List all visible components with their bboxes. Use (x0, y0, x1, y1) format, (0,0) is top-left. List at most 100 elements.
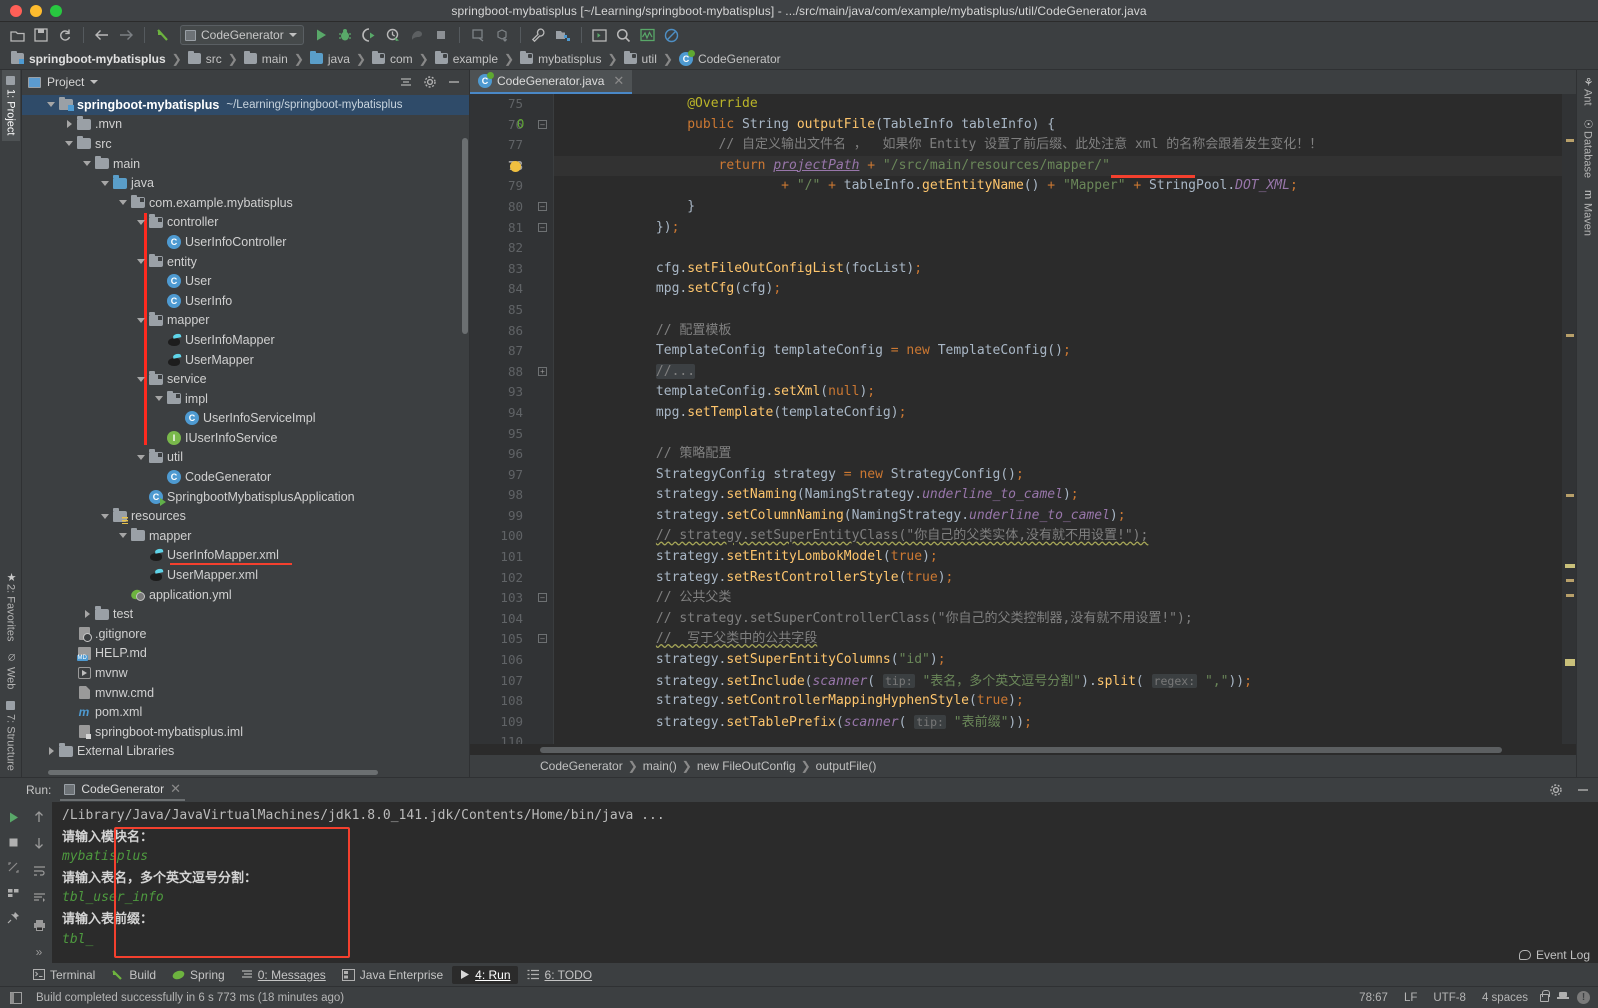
line-number[interactable]: 110 (470, 732, 532, 744)
tree-node-usermapper-xml[interactable]: UserMapper.xml (22, 565, 469, 585)
breadcrumb-item-util[interactable]: util (621, 51, 660, 67)
scrollbar-thumb[interactable] (48, 770, 378, 775)
tree-expand-arrow-down[interactable] (62, 141, 76, 147)
tree-expand-arrow-down[interactable] (80, 161, 94, 167)
minimize-window-button[interactable] (30, 4, 42, 17)
tree-node-test[interactable]: test (22, 604, 469, 624)
line-number[interactable]: 100 (470, 526, 532, 547)
gear-icon[interactable] (1547, 781, 1565, 799)
line-number[interactable]: 94 (470, 403, 532, 424)
line-number[interactable]: 108 (470, 691, 532, 712)
tree-node-src[interactable]: src (22, 134, 469, 154)
sidebar-item-favorites[interactable]: ★ 2: Favorites (2, 565, 20, 647)
hide-panel-icon[interactable] (445, 73, 463, 91)
intention-bulb-icon[interactable] (510, 160, 521, 172)
tree-node-help-md[interactable]: HELP.md (22, 644, 469, 664)
tree-node-userinfoserviceimpl[interactable]: C UserInfoServiceImpl (22, 409, 469, 429)
tree-node-mapper[interactable]: mapper (22, 311, 469, 331)
close-window-button[interactable] (10, 4, 22, 17)
code-line[interactable] (562, 732, 1562, 744)
line-number[interactable]: 84 (470, 279, 532, 300)
scroll-to-end-icon[interactable] (28, 888, 50, 909)
code-line[interactable]: // strategy.setSuperEntityClass("你自己的父类实… (562, 526, 1562, 547)
override-marker-icon[interactable]: O (517, 117, 524, 131)
show-tool-windows-icon[interactable] (8, 990, 24, 1006)
code-line[interactable]: }); (562, 218, 1562, 239)
line-number[interactable]: 97 (470, 465, 532, 486)
tree-node-main[interactable]: main (22, 154, 469, 174)
code-line[interactable]: TemplateConfig templateConfig = new Temp… (562, 341, 1562, 362)
line-number[interactable]: 101 (470, 547, 532, 568)
line-number[interactable]: 109 (470, 712, 532, 733)
line-number[interactable]: 95 (470, 424, 532, 445)
breadcrumb-item-main[interactable]: main (241, 51, 291, 67)
tree-node-iuserinfoservice[interactable]: I IUserInfoService (22, 428, 469, 448)
tree-node-user[interactable]: C User (22, 271, 469, 291)
code-line[interactable]: @Override (562, 94, 1562, 115)
code-line[interactable] (562, 238, 1562, 259)
tree-node-service[interactable]: service (22, 369, 469, 389)
chevron-down-icon[interactable] (90, 80, 99, 84)
line-number[interactable]: 82 (470, 238, 532, 259)
tree-node-userinfo[interactable]: C UserInfo (22, 291, 469, 311)
breadcrumb-item-com[interactable]: com (369, 51, 416, 67)
line-number[interactable]: 99 (470, 506, 532, 527)
code-line[interactable]: // 配置模板 (562, 321, 1562, 342)
breadcrumb-item-mybatisplus[interactable]: mybatisplus (517, 51, 604, 67)
tree-expand-arrow-down[interactable] (134, 454, 148, 460)
code-line[interactable]: StrategyConfig strategy = new StrategyCo… (562, 465, 1562, 486)
tree-expand-arrow-right[interactable] (80, 610, 94, 619)
code-line[interactable]: //... (562, 362, 1562, 383)
tree-node-application-yml[interactable]: application.yml (22, 585, 469, 605)
line-number[interactable]: 88 (470, 362, 532, 383)
tree-node-controller[interactable]: controller (22, 213, 469, 233)
tree-node-userinfomapper[interactable]: UserInfoMapper (22, 330, 469, 350)
line-number[interactable]: 75 (470, 94, 532, 115)
tree-node-util[interactable]: util (22, 448, 469, 468)
gear-icon[interactable] (421, 73, 439, 91)
collapse-icon[interactable]: – (538, 119, 547, 129)
tree-node-userinfocontroller[interactable]: C UserInfoController (22, 232, 469, 252)
scroll-up-icon[interactable] (28, 806, 50, 827)
line-number[interactable]: 87 (470, 341, 532, 362)
line-number[interactable]: 103 (470, 588, 532, 609)
editor-breadcrumb-item[interactable]: CodeGenerator (540, 759, 623, 773)
code-line[interactable]: strategy.setTablePrefix(scanner( tip: "表… (562, 712, 1562, 733)
tree-scrollbar-horizontal[interactable] (22, 767, 469, 777)
editor-breadcrumb-item[interactable]: outputFile() (816, 759, 877, 773)
tree-node-mapper[interactable]: mapper (22, 526, 469, 546)
editor-marker-bar[interactable] (1562, 94, 1576, 744)
code-line[interactable]: // 自定义输出文件名 ， 如果你 Entity 设置了前后缀、此处注意 xml… (562, 135, 1562, 156)
line-number[interactable]: 81 (470, 218, 532, 239)
tree-node-mvnw-cmd[interactable]: mvnw.cmd (22, 683, 469, 703)
chevron-down-icon[interactable] (288, 33, 297, 37)
code-line[interactable]: strategy.setNaming(NamingStrategy.underl… (562, 485, 1562, 506)
line-number[interactable]: 80 (470, 197, 532, 218)
save-icon[interactable] (30, 24, 52, 46)
collapse-icon[interactable]: – (538, 634, 547, 644)
tree-node-java[interactable]: java (22, 173, 469, 193)
project-tree[interactable]: springboot-mybatisplus ~/Learning/springb… (22, 94, 469, 767)
tree-node-com-example-mybatisplus[interactable]: com.example.mybatisplus (22, 193, 469, 213)
file-encoding[interactable]: UTF-8 (1429, 992, 1470, 1004)
editor-breadcrumb-item[interactable]: main() (643, 759, 677, 773)
code-line[interactable]: // strategy.setSuperControllerClass("你自己… (562, 609, 1562, 630)
forward-arrow-icon[interactable] (115, 24, 137, 46)
collapse-icon[interactable]: – (538, 593, 547, 603)
tree-node-entity[interactable]: entity (22, 252, 469, 272)
line-number[interactable]: 98 (470, 485, 532, 506)
tree-node-pom-xml[interactable]: m pom.xml (22, 702, 469, 722)
undo-icon[interactable] (152, 24, 174, 46)
bottom-tab-0-messages[interactable]: 0: Messages (234, 966, 333, 984)
tree-node-springboot-mybatisplus[interactable]: springboot-mybatisplus ~/Learning/springb… (22, 95, 469, 115)
wrench-icon[interactable] (528, 24, 550, 46)
editor-gutter[interactable]: 7576777879808182838485868788939495969798… (470, 94, 532, 744)
sidebar-item-maven[interactable]: m Maven (1579, 184, 1597, 242)
line-number[interactable]: 96 (470, 444, 532, 465)
collapse-icon[interactable]: – (538, 222, 547, 232)
profile-icon[interactable] (382, 24, 404, 46)
breadcrumb-item-example[interactable]: example (432, 51, 501, 67)
tab-codegenerator-java[interactable]: C CodeGenerator.java ✕ (470, 70, 633, 94)
tree-node-external-libraries[interactable]: External Libraries (22, 742, 469, 762)
line-number[interactable]: 104 (470, 609, 532, 630)
